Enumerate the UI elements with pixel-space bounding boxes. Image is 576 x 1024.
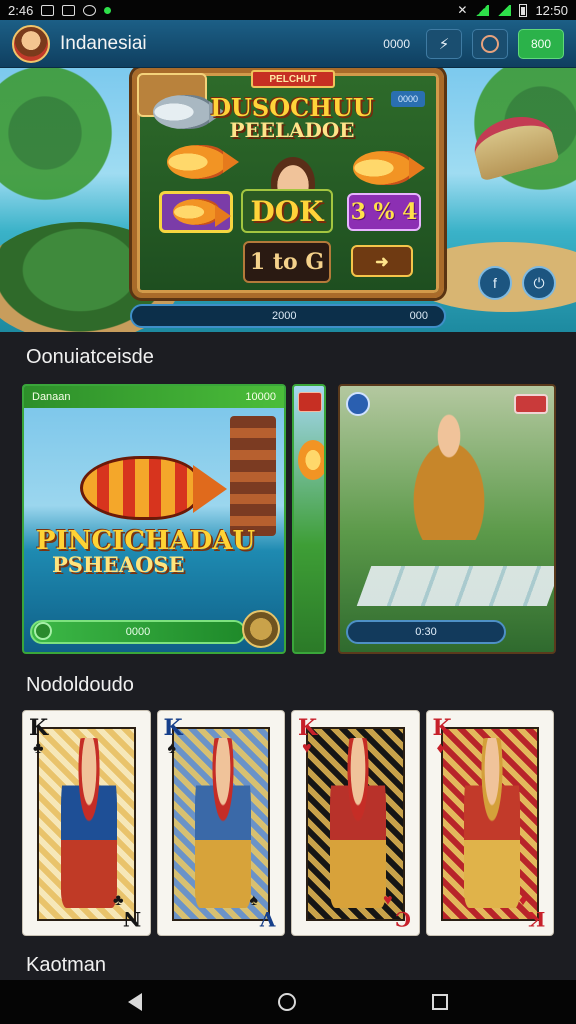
image-icon [41, 4, 55, 16]
back-icon[interactable] [128, 993, 142, 1011]
promo-progress-bar: 0000 [30, 620, 246, 644]
gold-fish-image [167, 145, 239, 179]
game-title-line1: DUSOCHUU [210, 93, 374, 122]
promo-peek-fish [298, 440, 324, 480]
card-rank: K [163, 715, 183, 741]
promo-card-header-right: 10000 [245, 391, 276, 403]
main-slot[interactable]: 1 to G [243, 241, 331, 283]
lightning-icon: ⚡ [438, 35, 450, 53]
game-title: DUSOCHUU PEELADOE [187, 95, 397, 141]
cards-section-title: Nodoldoudo [26, 674, 134, 696]
mute-icon: ✕ [457, 3, 468, 17]
app-header: Indanesiai 0000 ⚡ 800 [0, 20, 576, 68]
king-figure [195, 737, 252, 909]
info-icon[interactable] [346, 392, 370, 416]
king-card[interactable]: K ♥ ♥ C [291, 710, 420, 936]
featured-section-title: Oonuiatceisde [26, 346, 154, 368]
fish-slot[interactable] [159, 191, 233, 233]
system-nav-bar [0, 980, 576, 1024]
share-button[interactable]: f [478, 266, 512, 300]
promo-card-header-left: Danaan [32, 391, 71, 403]
home-icon[interactable] [278, 993, 296, 1011]
promo-card-fishing[interactable]: Danaan 10000 PINCICHADAU PSHEAOSE 0000 [22, 384, 286, 654]
promo-card-header: Danaan 10000 [24, 386, 284, 408]
card-suit: ♣ [33, 740, 44, 757]
king-card[interactable]: K ♣ ♣ N [22, 710, 151, 936]
bottom-section-title: Kaotman [26, 954, 107, 976]
promo-peek-badge [298, 392, 322, 412]
king-card[interactable]: K ♠ ♠ V [156, 710, 285, 936]
check-icon [34, 622, 52, 640]
deposit-button[interactable]: 800 [518, 28, 564, 59]
card-suit-bottom: ♥ [383, 892, 393, 909]
card-corner: N [123, 907, 142, 931]
chat-icon [83, 4, 97, 16]
king-figure [329, 737, 386, 909]
promo-title: PINCICHADAU PSHEAOSE [36, 528, 276, 575]
arrow-slot[interactable]: ➜ [351, 245, 413, 277]
palm-tree-left [0, 68, 130, 218]
status-bar: 2:46 ✕ 12:50 [0, 0, 576, 20]
screenshot-icon [62, 4, 76, 16]
wifi-icon [475, 4, 490, 16]
odds-slot[interactable]: 3 % 4 [347, 193, 421, 231]
status-time: 2:46 [8, 2, 34, 18]
game-board-image [356, 566, 554, 606]
promo-progress-bar-2: 0:30 [346, 620, 506, 644]
hero-progress-right: 000 [409, 310, 428, 322]
card-suit-bottom: ♠ [249, 892, 259, 909]
pagoda-image [230, 416, 276, 536]
power-icon: ⏻ [533, 274, 545, 291]
lightning-button[interactable]: ⚡ [426, 28, 462, 59]
promo-title-line1: PINCICHADAU [36, 526, 256, 556]
card-suit: ♠ [167, 740, 177, 757]
battery-icon [519, 3, 528, 17]
card-suit: ♦ [436, 740, 445, 757]
coin-icon[interactable] [242, 610, 280, 648]
promo-card-drummer[interactable]: 0:30 [338, 384, 556, 654]
hero-progress: 2000 000 [130, 304, 446, 328]
card-list: K ♣ ♣ N K ♠ ♠ V K ♥ ♥ C K ♦ ♦ K [22, 710, 554, 936]
hero-banner[interactable]: PELCHUT 0000 DUSOCHUU PEELADOE DOK 3 % 4… [0, 68, 576, 332]
promo-card-peek[interactable] [292, 384, 326, 654]
striped-fish-image [80, 456, 227, 520]
king-card[interactable]: K ♦ ♦ K [425, 710, 554, 936]
recent-apps-icon[interactable] [432, 994, 448, 1010]
arrow-icon: ➜ [375, 251, 389, 271]
game-title-line2: PEELADOE [229, 118, 355, 143]
gold-fish-image-right [353, 151, 425, 185]
promo-tag [514, 394, 548, 414]
signal-icon [497, 4, 512, 16]
card-suit-bottom: ♣ [113, 892, 124, 909]
game-frame[interactable]: PELCHUT 0000 DUSOCHUU PEELADOE DOK 3 % 4… [132, 68, 444, 298]
power-button[interactable]: ⏻ [522, 266, 556, 300]
card-corner: C [394, 907, 411, 931]
card-rank: K [432, 715, 452, 741]
profile-icon [481, 34, 499, 53]
frame-badge: PELCHUT [251, 70, 335, 88]
drummer-character-image [394, 410, 504, 540]
notification-dot-icon [104, 6, 112, 14]
card-rank: K [29, 715, 49, 741]
card-corner: V [260, 907, 276, 931]
card-rank: K [298, 715, 318, 741]
card-corner: K [527, 907, 545, 931]
avatar[interactable] [12, 24, 50, 63]
profile-button[interactable] [472, 28, 508, 59]
king-figure [60, 737, 117, 909]
app-title: Indanesiai [60, 32, 147, 54]
status-clock: 12:50 [535, 2, 568, 18]
slot-fish-image [173, 199, 231, 227]
card-suit: ♥ [302, 740, 312, 757]
king-figure [464, 737, 521, 909]
card-suit-bottom: ♦ [518, 892, 527, 909]
promo-title-line2: PSHEAOSE [52, 552, 185, 577]
coin-balance: 0000 [383, 36, 410, 51]
ok-slot[interactable]: DOK [241, 189, 333, 233]
share-icon: f [493, 275, 497, 291]
hero-progress-left: 2000 [272, 310, 297, 322]
